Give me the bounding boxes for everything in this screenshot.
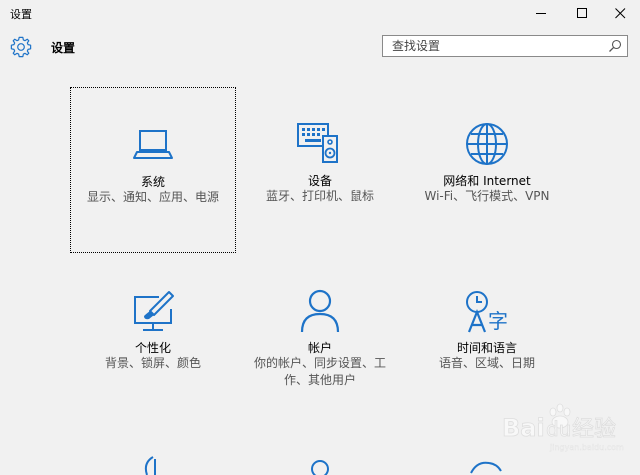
minimize-icon xyxy=(535,13,546,14)
svg-text:Bai: Bai xyxy=(502,414,545,442)
tile-description: 语音、区域、日期 xyxy=(438,356,535,370)
person-icon xyxy=(300,289,340,333)
search-input[interactable] xyxy=(383,36,602,56)
baidu-watermark: Bai du 经验 jingyan.baidu.com xyxy=(502,403,624,452)
tile-name: 系统 xyxy=(140,175,165,189)
maximize-icon xyxy=(576,8,587,18)
svg-text:du: du xyxy=(546,417,571,441)
close-icon xyxy=(614,8,625,19)
ease-of-access-icon[interactable] xyxy=(129,455,177,475)
devices-icon xyxy=(297,123,338,163)
svg-text:经验: 经验 xyxy=(572,417,616,442)
tile-name: 个性化 xyxy=(134,341,171,355)
tile-description: 显示、通知、应用、电源 xyxy=(86,190,219,204)
tile-name: 帐户 xyxy=(307,341,332,355)
tile-name: 网络和 Internet xyxy=(443,174,531,188)
tile-system[interactable]: 系统 显示、通知、应用、电源 xyxy=(70,87,236,253)
privacy-icon[interactable] xyxy=(296,455,344,475)
svg-text:字: 字 xyxy=(488,309,508,333)
search-icon[interactable] xyxy=(608,39,622,53)
gear-icon xyxy=(10,36,32,58)
tile-network[interactable]: 网络和 Internet Wi-Fi、飞行模式、VPN xyxy=(404,87,570,253)
search-box[interactable] xyxy=(382,35,628,57)
title-bar: 设置 xyxy=(0,0,640,27)
time-language-icon: 字 xyxy=(466,291,508,333)
tile-description: 背景、锁屏、颜色 xyxy=(104,356,201,370)
tile-name: 设备 xyxy=(307,174,332,188)
close-button[interactable] xyxy=(597,0,640,27)
personalization-icon xyxy=(134,291,174,331)
tile-name: 时间和语言 xyxy=(456,341,517,355)
tile-accounts[interactable]: 帐户 你的帐户、同步设置、工作、其他用户 xyxy=(237,254,403,420)
tile-description: 蓝牙、打印机、鼠标 xyxy=(265,189,374,203)
laptop-icon xyxy=(133,130,173,159)
tile-time-language[interactable]: 字 时间和语言 语音、区域、日期 xyxy=(404,254,570,420)
page-title: 设置 xyxy=(51,41,76,55)
minimize-button[interactable] xyxy=(518,0,564,27)
update-security-icon[interactable] xyxy=(463,455,511,475)
window-title: 设置 xyxy=(10,8,32,21)
globe-icon xyxy=(466,123,508,165)
tile-devices[interactable]: 设备 蓝牙、打印机、鼠标 xyxy=(237,87,403,253)
tile-description: Wi-Fi、飞行模式、VPN xyxy=(424,189,550,203)
tile-description: 你的帐户、同步设置、工作、其他用户 xyxy=(253,356,386,387)
svg-text:jingyan.baidu.com: jingyan.baidu.com xyxy=(549,443,624,452)
tile-personalization[interactable]: 个性化 背景、锁屏、颜色 xyxy=(70,254,236,420)
